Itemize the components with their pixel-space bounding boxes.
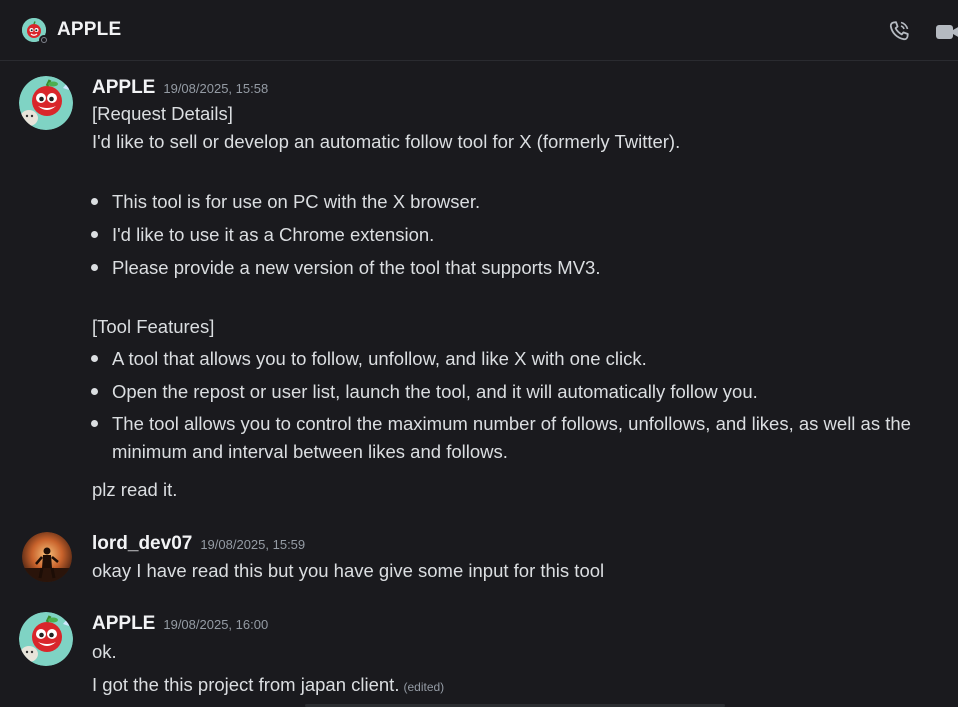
channel-title: APPLE: [57, 19, 122, 40]
message-timestamp: 19/08/2025, 16:00: [163, 617, 269, 632]
bullet-marker: [91, 198, 98, 205]
message-author[interactable]: APPLE 19/08/2025, 15:58: [92, 77, 268, 99]
video-call-icon[interactable]: [934, 20, 958, 44]
message-author[interactable]: APPLE 19/08/2025, 16:00: [92, 613, 268, 635]
bullet-marker: [91, 420, 98, 427]
list-item: Open the repost or user list, launch the…: [112, 381, 758, 402]
status-indicator: [39, 35, 49, 45]
channel-header: APPLE: [0, 0, 958, 61]
apple-avatar-icon: [19, 612, 73, 666]
list-item-continuation: minimum and interval between likes and f…: [112, 441, 508, 462]
message-text: okay I have read this but you have give …: [92, 560, 605, 581]
message-author[interactable]: lord_dev07 19/08/2025, 15:59: [92, 533, 305, 555]
header-avatar[interactable]: [22, 18, 49, 45]
list-item: This tool is for use on PC with the X br…: [112, 191, 481, 212]
message-text: [Tool Features]: [92, 316, 215, 337]
avatar[interactable]: [22, 532, 72, 582]
message-text: plz read it.: [92, 479, 178, 500]
message-timestamp: 19/08/2025, 15:58: [163, 81, 269, 96]
bullet-marker: [91, 355, 98, 362]
lord-dev-avatar-icon: [22, 532, 72, 582]
list-item: Please provide a new version of the tool…: [112, 257, 601, 278]
message-text: I'd like to sell or develop an automatic…: [92, 131, 681, 152]
message-text: ok.: [92, 641, 117, 662]
list-item: The tool allows you to control the maxim…: [112, 413, 911, 434]
list-item: I'd like to use it as a Chrome extension…: [112, 224, 435, 245]
bullet-marker: [91, 388, 98, 395]
list-item: A tool that allows you to follow, unfoll…: [112, 348, 647, 369]
avatar[interactable]: [19, 76, 73, 130]
message-text: [Request Details]: [92, 103, 233, 124]
bullet-marker: [91, 231, 98, 238]
apple-avatar-icon: [19, 76, 73, 130]
message-text: I got the this project from japan client…: [92, 674, 445, 695]
avatar[interactable]: [19, 612, 73, 666]
bullet-marker: [91, 264, 98, 271]
message-timestamp: 19/08/2025, 15:59: [200, 537, 306, 552]
voice-call-icon[interactable]: [887, 19, 911, 43]
edited-label: (edited): [403, 680, 445, 694]
